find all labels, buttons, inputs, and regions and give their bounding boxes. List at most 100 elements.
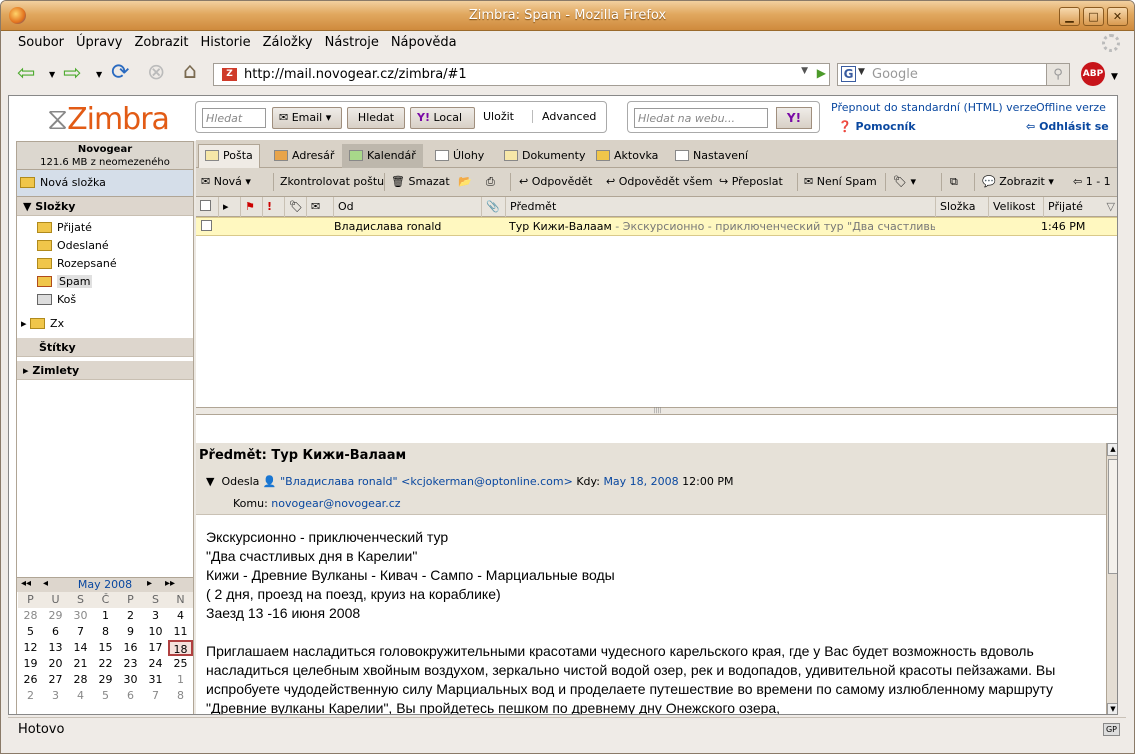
menu-view[interactable]: Zobrazit xyxy=(134,35,188,51)
reading-scrollbar[interactable]: ▲ ▼ xyxy=(1106,443,1117,714)
calendar-day[interactable]: 31 xyxy=(143,672,168,688)
tag-column-icon[interactable]: 🏷 xyxy=(284,197,307,217)
menu-file[interactable]: Soubor xyxy=(18,35,64,51)
folder-drafts[interactable]: Rozepsané xyxy=(17,254,193,272)
menu-history[interactable]: Historie xyxy=(200,35,250,51)
reload-icon[interactable]: ⟳ xyxy=(111,62,129,84)
not-spam-button[interactable]: ✉ Není Spam xyxy=(804,175,877,188)
tab-settings[interactable]: Nastavení xyxy=(668,144,755,168)
calendar-day[interactable]: 3 xyxy=(43,688,68,704)
calendar-day[interactable]: 1 xyxy=(168,672,193,688)
calendar-day[interactable]: 7 xyxy=(68,624,93,640)
priority-column-icon[interactable]: ! xyxy=(262,197,276,217)
search-type-button[interactable]: ✉ Email ▾ xyxy=(272,107,342,129)
calendar-day[interactable]: 22 xyxy=(93,656,118,672)
reply-button[interactable]: ↩ Odpovědět xyxy=(519,175,592,188)
scroll-up-icon[interactable]: ▲ xyxy=(1107,443,1117,456)
calendar-day[interactable]: 4 xyxy=(168,608,193,624)
table-row[interactable]: Владислава ronald Тур Кижи-Валаам - Экск… xyxy=(196,217,1117,236)
calendar-day[interactable]: 2 xyxy=(118,608,143,624)
column-size[interactable]: Velikost xyxy=(988,197,1043,217)
reply-all-button[interactable]: ↩ Odpovědět všem xyxy=(606,175,713,188)
url-field[interactable]: Z http://mail.novogear.cz/zimbra/#1 ▼ ▶ xyxy=(213,63,830,86)
folder-sent[interactable]: Odeslané xyxy=(17,236,193,254)
menu-tools[interactable]: Nástroje xyxy=(325,35,379,51)
forward-icon[interactable]: ⇨ xyxy=(63,63,81,85)
calendar-day[interactable]: 15 xyxy=(93,640,118,656)
column-from[interactable]: Od xyxy=(333,197,481,217)
calendar-day[interactable]: 16 xyxy=(118,640,143,656)
forward-dropdown-icon[interactable]: ▼ xyxy=(96,70,102,79)
calendar-day[interactable]: 6 xyxy=(43,624,68,640)
menu-bookmarks[interactable]: Záložky xyxy=(263,35,313,51)
status-column-icon[interactable]: ✉ xyxy=(306,197,324,217)
search-icon[interactable]: ⚲ xyxy=(1046,63,1070,86)
calendar-day[interactable]: 2 xyxy=(18,688,43,704)
adblock-dropdown-icon[interactable]: ▼ xyxy=(1111,72,1118,82)
calendar-day[interactable]: 5 xyxy=(18,624,43,640)
move-icon[interactable]: 📂 xyxy=(458,175,472,188)
calendar-day[interactable]: 28 xyxy=(18,608,43,624)
calendar-day[interactable]: 20 xyxy=(43,656,68,672)
tag-icon[interactable]: 🏷 ▾ xyxy=(893,175,916,188)
calendar-day[interactable]: 28 xyxy=(68,672,93,688)
calendar-day[interactable]: 10 xyxy=(143,624,168,640)
back-dropdown-icon[interactable]: ▼ xyxy=(49,70,55,79)
offline-version-link[interactable]: Offline verze xyxy=(1036,101,1106,114)
calendar-day[interactable]: 30 xyxy=(68,608,93,624)
advanced-search-link[interactable]: Advanced xyxy=(532,110,596,123)
yahoo-search-button[interactable]: Y! xyxy=(776,107,812,129)
search-button[interactable]: Hledat xyxy=(347,107,405,129)
scroll-down-icon[interactable]: ▼ xyxy=(1107,703,1117,714)
view-button[interactable]: 💬 Zobrazit ▾ xyxy=(982,175,1054,188)
select-all-checkbox[interactable] xyxy=(196,197,215,217)
url-dropdown-icon[interactable]: ▼ xyxy=(801,66,808,76)
new-message-button[interactable]: ✉ Nová ▾ xyxy=(201,175,251,188)
check-mail-button[interactable]: Zkontrolovat poštu xyxy=(280,175,384,188)
folder-spam[interactable]: Spam xyxy=(17,272,193,290)
calendar-day[interactable]: 6 xyxy=(118,688,143,704)
calendar-day[interactable]: 30 xyxy=(118,672,143,688)
calendar-day[interactable]: 19 xyxy=(18,656,43,672)
next-year-icon[interactable]: ▸▸ xyxy=(165,578,175,589)
menu-edit[interactable]: Úpravy xyxy=(76,35,122,51)
folder-trash[interactable]: Koš xyxy=(17,290,193,308)
forward-button[interactable]: ↪ Přeposlat xyxy=(719,175,783,188)
calendar-day[interactable]: 23 xyxy=(118,656,143,672)
search-input[interactable]: Hledat xyxy=(202,108,266,128)
calendar-day[interactable]: 5 xyxy=(93,688,118,704)
calendar-day[interactable]: 7 xyxy=(143,688,168,704)
column-subject[interactable]: Předmět xyxy=(505,197,935,217)
folders-header[interactable]: ▼ Složky xyxy=(17,197,193,216)
tab-tasks[interactable]: Úlohy xyxy=(428,144,491,168)
recipient-link[interactable]: novogear@novogear.cz xyxy=(271,497,400,510)
tab-briefcase[interactable]: Aktovka xyxy=(589,144,665,168)
maximize-button[interactable]: □ xyxy=(1083,7,1104,26)
calendar-month[interactable]: May 2008 xyxy=(78,578,132,591)
delete-button[interactable]: 🗑 Smazat xyxy=(391,175,450,188)
close-button[interactable]: ✕ xyxy=(1107,7,1128,26)
calendar-day[interactable]: 24 xyxy=(143,656,168,672)
sender-link[interactable]: "Владислава ronald" <kcjokerman@optonlin… xyxy=(280,475,573,488)
calendar-day[interactable]: 21 xyxy=(68,656,93,672)
folder-zx[interactable]: ▸ Zx xyxy=(17,314,193,332)
home-icon[interactable]: ⌂ xyxy=(183,61,197,83)
calendar-day[interactable]: 26 xyxy=(18,672,43,688)
web-search-field[interactable]: G ▼ Google ⚲ xyxy=(837,63,1070,86)
tab-mail[interactable]: Pošta xyxy=(198,144,260,169)
reading-pane-sash[interactable]: |||| xyxy=(196,407,1117,415)
calendar-day[interactable]: 8 xyxy=(168,688,193,704)
expand-column-icon[interactable]: ▸ xyxy=(218,197,233,217)
calendar-day[interactable]: 8 xyxy=(93,624,118,640)
logout-link[interactable]: ⇦ Odhlásit se xyxy=(1026,120,1109,133)
html-version-link[interactable]: Přepnout do standardní (HTML) verze xyxy=(831,101,1037,114)
tab-contacts[interactable]: Adresář xyxy=(267,144,341,168)
scroll-thumb[interactable] xyxy=(1108,459,1117,574)
calendar-day[interactable]: 29 xyxy=(43,608,68,624)
tab-documents[interactable]: Dokumenty xyxy=(497,144,592,168)
local-search-button[interactable]: Y! Local xyxy=(410,107,475,129)
attachment-column-icon[interactable]: 📎 xyxy=(481,197,504,217)
next-month-icon[interactable]: ▸ xyxy=(147,578,152,589)
column-received[interactable]: Přijaté ▽ xyxy=(1043,197,1117,217)
back-icon[interactable]: ⇦ xyxy=(17,63,35,85)
